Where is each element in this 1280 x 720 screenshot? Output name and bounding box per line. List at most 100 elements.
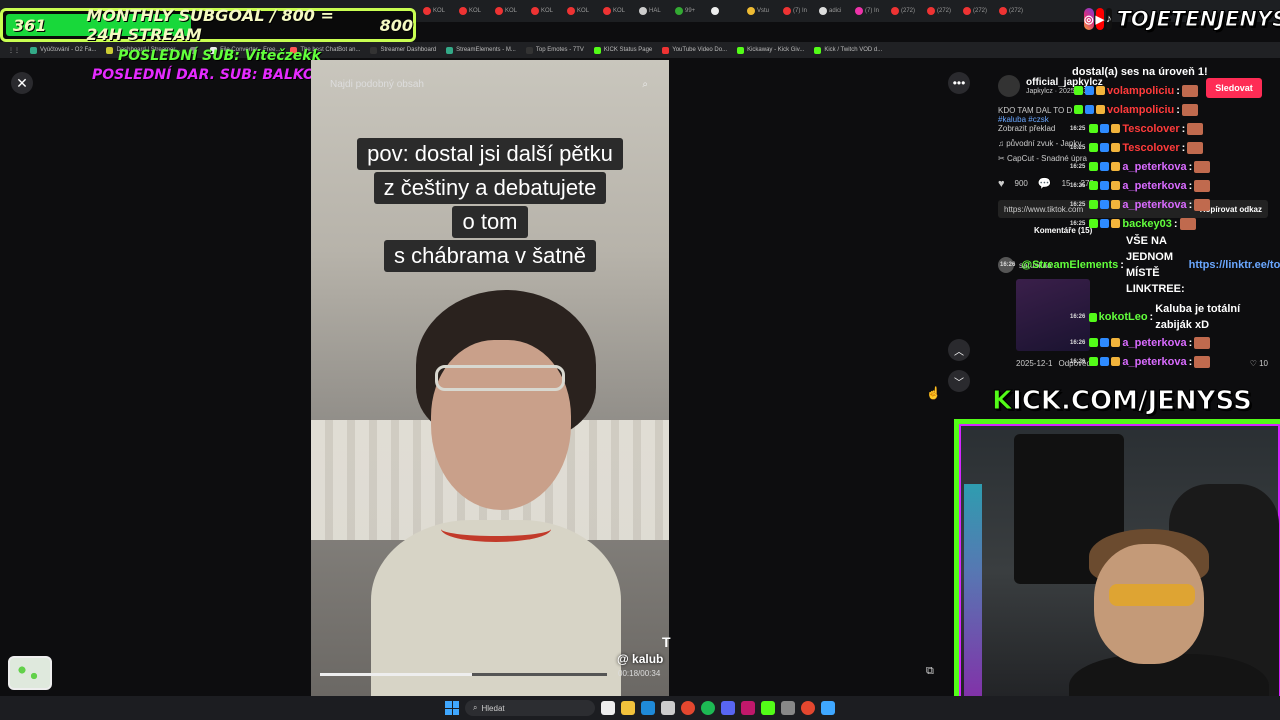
previous-video-button[interactable]: ︿ <box>948 339 970 361</box>
chat-user[interactable]: a_peterkova <box>1122 337 1186 349</box>
browser-tab[interactable]: (7) In <box>780 2 814 20</box>
emote-icon <box>1187 141 1204 154</box>
chat-user[interactable]: a_peterkova <box>1122 356 1186 368</box>
subgoal-bar: 361 MONTHLY SUBGOAL / 800 = 24H STREAM 8… <box>0 6 416 44</box>
bookmark-item[interactable]: YouTube Video Do... <box>662 46 727 54</box>
streamer-brand: TOJETENJENYS <box>1116 7 1280 32</box>
chrome-icon[interactable] <box>681 701 695 715</box>
bookmark-label: Vyúčtování - O2 Fa... <box>40 47 97 53</box>
start-button[interactable] <box>445 701 459 715</box>
pip-icon[interactable]: ⧉ <box>926 665 942 681</box>
tab-favicon-icon <box>495 7 503 15</box>
emote-icon <box>1194 179 1211 192</box>
apps-icon[interactable]: ⋮⋮ <box>8 47 20 54</box>
browser-tab[interactable]: 99+ <box>672 2 706 20</box>
chrome-icon[interactable] <box>801 701 815 715</box>
browser-tab[interactable]: Vstu <box>744 2 778 20</box>
browser-tab[interactable]: KOL <box>528 2 562 20</box>
browser-tab[interactable]: (272) <box>960 2 994 20</box>
chat-message: 16:25 a_peterkova: <box>1070 176 1280 195</box>
tab-label: (272) <box>937 8 952 14</box>
emote-icon <box>1194 198 1211 211</box>
file-explorer-icon[interactable] <box>601 701 615 715</box>
tab-label: KOL <box>613 8 626 14</box>
kick-badge-icon <box>1074 86 1083 95</box>
browser-tab[interactable]: (7) In <box>852 2 886 20</box>
folder-icon[interactable] <box>621 701 635 715</box>
search-icon: ⌕ <box>473 703 478 712</box>
windows-taskbar: ⌕ Hledat <box>0 696 1280 720</box>
chat-message: 16:26 a_peterkova: <box>1070 333 1280 352</box>
browser-tab[interactable]: (272) <box>924 2 958 20</box>
browser-tab[interactable]: KOL <box>456 2 490 20</box>
more-options-button[interactable]: ••• <box>948 72 970 94</box>
chat-user[interactable]: volampoliciu <box>1107 85 1174 97</box>
author-avatar[interactable] <box>998 75 1020 97</box>
emote-icon <box>1179 217 1196 230</box>
vip-badge-icon <box>1111 162 1121 171</box>
emote-icon <box>1194 355 1211 368</box>
tab-label: HAL <box>649 8 661 14</box>
bookmark-item[interactable]: Kick / Twitch VOD d... <box>814 46 882 54</box>
bookmark-item[interactable]: Kickaway - Kick Giv... <box>737 46 804 54</box>
bookmark-item[interactable]: Streamer Dashboard <box>370 46 437 54</box>
comment-icon[interactable]: 💬 <box>1038 177 1052 190</box>
chat-user[interactable]: a_peterkova <box>1122 161 1186 173</box>
browser-tab[interactable]: (272) <box>996 2 1030 20</box>
caption-line: s chábrama v šatně <box>384 240 596 272</box>
tab-label: (272) <box>1009 8 1024 14</box>
bookmark-label: Streamer Dashboard <box>380 47 437 53</box>
chat-user[interactable]: Tescolover <box>1122 142 1179 154</box>
browser-tab[interactable]: KOL <box>564 2 598 20</box>
bookmark-favicon-icon <box>30 46 37 54</box>
bookmark-item[interactable]: StreamElements - M... <box>446 46 516 54</box>
bookmark-item[interactable]: Vyúčtování - O2 Fa... <box>30 46 97 54</box>
browser-tab[interactable]: (272) <box>888 2 922 20</box>
browser-tab[interactable]: HAL <box>636 2 670 20</box>
comment-date: 2025-12-1 <box>1016 359 1053 368</box>
similar-content-search[interactable]: Najdi podobný obsah ⌕ <box>320 72 658 96</box>
kick-badge-icon <box>1074 105 1083 114</box>
chat-user[interactable]: a_peterkova <box>1122 199 1186 211</box>
chat-user[interactable]: a_peterkova <box>1122 180 1186 192</box>
app-icon[interactable] <box>741 701 755 715</box>
browser-tab[interactable] <box>708 2 742 20</box>
app-icon[interactable] <box>781 701 795 715</box>
like-icon[interactable]: ♥ <box>998 178 1005 190</box>
bookmark-favicon-icon <box>446 46 454 54</box>
tab-favicon-icon <box>783 7 791 15</box>
edge-icon[interactable] <box>641 701 655 715</box>
chat-user[interactable]: backey03 <box>1122 218 1172 230</box>
video-progress-bar[interactable] <box>320 673 607 676</box>
emote-icon <box>1181 84 1198 97</box>
chat-message: 16:25 Tescolover: <box>1070 138 1280 157</box>
bookmark-item[interactable]: Top Emotes - 7TV <box>525 46 584 54</box>
discord-icon[interactable] <box>721 701 735 715</box>
bookmark-favicon-icon <box>106 46 114 54</box>
chat-text: VŠE NA JEDNOM MÍSTĚ LINKTREE: <box>1125 235 1185 295</box>
browser-tab[interactable]: adici <box>816 2 850 20</box>
watermark-logo: T <box>662 634 671 650</box>
app-icon[interactable] <box>821 701 835 715</box>
spotify-icon[interactable] <box>701 701 715 715</box>
bookmark-favicon-icon <box>662 46 670 54</box>
store-icon[interactable] <box>661 701 675 715</box>
sub-badge-icon <box>1100 143 1110 152</box>
browser-tab[interactable]: KOL <box>600 2 634 20</box>
search-icon[interactable]: ⌕ <box>642 79 648 90</box>
browser-tab[interactable]: KOL <box>492 2 526 20</box>
chat-user[interactable]: Tescolover <box>1122 123 1179 135</box>
next-video-button[interactable]: ﹀ <box>948 370 970 392</box>
chat-user[interactable]: volampoliciu <box>1107 104 1174 116</box>
close-button[interactable]: ✕ <box>11 72 33 94</box>
sub-badge-icon <box>1100 200 1110 209</box>
tab-favicon-icon <box>423 7 431 15</box>
tab-favicon-icon <box>855 7 863 15</box>
bookmark-label: Top Emotes - 7TV <box>535 47 584 53</box>
browser-tab[interactable]: KOL <box>420 2 454 20</box>
taskbar-search[interactable]: ⌕ Hledat <box>465 700 595 716</box>
bookmark-item[interactable]: KICK Status Page <box>593 46 652 54</box>
kick-icon[interactable] <box>761 701 775 715</box>
tiktok-icon: ♪ <box>1106 8 1112 30</box>
video-time: 00:18/00:34 <box>618 669 661 678</box>
